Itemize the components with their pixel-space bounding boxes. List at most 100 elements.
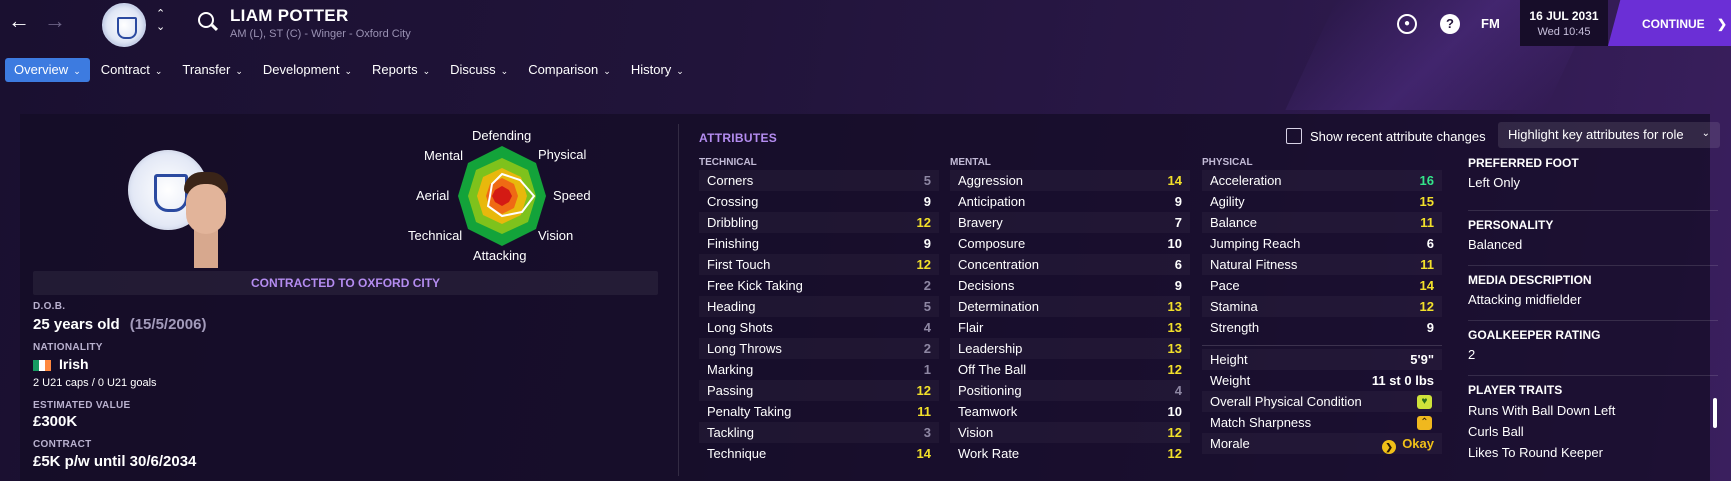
- attribute-row[interactable]: Free Kick Taking 2: [699, 275, 939, 296]
- height-label: Height: [1210, 352, 1248, 367]
- attribute-row[interactable]: Composure 10: [950, 233, 1190, 254]
- tab-development[interactable]: Development ⌄: [254, 58, 361, 82]
- attribute-value: 9: [1174, 278, 1182, 293]
- attribute-row[interactable]: Corners 5: [699, 170, 939, 191]
- scrollbar-thumb[interactable]: [1713, 398, 1717, 428]
- international-caps: 2 U21 caps / 0 U21 goals: [33, 377, 157, 389]
- attribute-row[interactable]: Aggression 14: [950, 170, 1190, 191]
- attribute-row[interactable]: Decisions 9: [950, 275, 1190, 296]
- attribute-name: Free Kick Taking: [707, 278, 803, 293]
- attribute-row[interactable]: Pace 14: [1202, 275, 1442, 296]
- attribute-row[interactable]: Anticipation 9: [950, 191, 1190, 212]
- attribute-value: 13: [1167, 299, 1182, 314]
- attribute-row[interactable]: Positioning 4: [950, 380, 1190, 401]
- sharpness-icon: ⌃: [1417, 416, 1432, 430]
- tab-history[interactable]: History ⌄: [622, 58, 693, 82]
- attribute-row[interactable]: Balance 11: [1202, 212, 1442, 233]
- morale-row[interactable]: Morale ❯ Okay: [1202, 433, 1442, 454]
- back-arrow-icon[interactable]: ←: [6, 8, 32, 34]
- date-display[interactable]: 16 JUL 2031 Wed 10:45: [1520, 0, 1608, 46]
- radar-label-defending: Defending: [472, 128, 532, 143]
- club-badge-icon[interactable]: [102, 3, 146, 47]
- player-name: LIAM POTTER: [230, 6, 349, 25]
- chevron-down-icon: ⌄: [500, 66, 509, 76]
- help-icon[interactable]: ?: [1440, 14, 1460, 34]
- contract-banner: CONTRACTED TO OXFORD CITY: [33, 271, 658, 295]
- attribute-row[interactable]: Marking 1: [699, 359, 939, 380]
- tab-reports[interactable]: Reports ⌄: [363, 58, 439, 82]
- height-value: 5'9": [1410, 352, 1434, 367]
- attribute-row[interactable]: Agility 15: [1202, 191, 1442, 212]
- height-row: Height 5'9": [1202, 349, 1442, 370]
- forward-arrow-icon[interactable]: →: [42, 8, 68, 34]
- globe-icon[interactable]: ●: [1397, 14, 1417, 34]
- attribute-row[interactable]: Heading 5: [699, 296, 939, 317]
- radar-label-mental: Mental: [424, 148, 464, 163]
- attribute-row[interactable]: Determination 13: [950, 296, 1190, 317]
- weight-value: 11 st 0 lbs: [1371, 373, 1434, 388]
- attribute-row[interactable]: Strength 9: [1202, 317, 1442, 338]
- attribute-row[interactable]: Work Rate 12: [950, 443, 1190, 464]
- attribute-row[interactable]: Natural Fitness 11: [1202, 254, 1442, 275]
- attribute-row[interactable]: Vision 12: [950, 422, 1190, 443]
- nationality-value[interactable]: Irish: [33, 356, 89, 372]
- chevron-up-down-icon[interactable]: ⌃ ⌄: [156, 8, 165, 34]
- attribute-row[interactable]: Finishing 9: [699, 233, 939, 254]
- personality-value[interactable]: Balanced: [1468, 237, 1718, 252]
- condition-row[interactable]: Overall Physical Condition ♥: [1202, 391, 1442, 412]
- attribute-name: Heading: [707, 299, 756, 314]
- chevron-down-icon: ⌄: [1701, 128, 1710, 139]
- nationality-label: NATIONALITY: [33, 342, 103, 353]
- attribute-row[interactable]: Stamina 12: [1202, 296, 1442, 317]
- attribute-row[interactable]: Passing 12: [699, 380, 939, 401]
- attribute-value: 11: [1420, 257, 1434, 272]
- attribute-row[interactable]: Crossing 9: [699, 191, 939, 212]
- attribute-name: First Touch: [707, 257, 771, 272]
- attribute-row[interactable]: Technique 14: [699, 443, 939, 464]
- search-icon[interactable]: [198, 12, 214, 28]
- attribute-row[interactable]: Long Shots 4: [699, 317, 939, 338]
- mental-attributes: Aggression 14 Anticipation 9 Bravery 7 Composu…: [950, 170, 1190, 464]
- weight-label: Weight: [1210, 373, 1251, 388]
- media-label: MEDIA DESCRIPTION: [1468, 273, 1592, 287]
- morale-label: Morale: [1210, 436, 1250, 451]
- attribute-value: 12: [1419, 299, 1434, 314]
- attribute-row[interactable]: Penalty Taking 11: [699, 401, 939, 422]
- attribute-row[interactable]: Tackling 3: [699, 422, 939, 443]
- weight-row: Weight 11 st 0 lbs: [1202, 370, 1442, 391]
- tab-contract[interactable]: Contract ⌄: [92, 58, 172, 82]
- tab-discuss[interactable]: Discuss ⌄: [441, 58, 517, 82]
- value-label: ESTIMATED VALUE: [33, 400, 131, 411]
- tab-transfer[interactable]: Transfer ⌄: [173, 58, 251, 82]
- tab-overview[interactable]: Overview ⌄: [5, 58, 90, 82]
- attribute-row[interactable]: Long Throws 2: [699, 338, 939, 359]
- attribute-row[interactable]: Teamwork 10: [950, 401, 1190, 422]
- attribute-row[interactable]: Dribbling 12: [699, 212, 939, 233]
- fm-menu-button[interactable]: FM: [1481, 16, 1500, 31]
- contract-value[interactable]: £5K p/w until 30/6/2034: [33, 453, 196, 470]
- show-recent-checkbox[interactable]: [1286, 128, 1302, 144]
- panel-divider: [678, 124, 679, 476]
- chevron-down-icon: ⌄: [154, 66, 163, 76]
- attribute-row[interactable]: Flair 13: [950, 317, 1190, 338]
- highlight-role-dropdown[interactable]: Highlight key attributes for role ⌄: [1498, 122, 1720, 148]
- attribute-row[interactable]: Concentration 6: [950, 254, 1190, 275]
- attribute-row[interactable]: Leadership 13: [950, 338, 1190, 359]
- tab-bar: Overview ⌄ Contract ⌄ Transfer ⌄ Developmen…: [5, 58, 695, 84]
- radar-label-speed: Speed: [553, 188, 591, 203]
- attribute-row[interactable]: First Touch 12: [699, 254, 939, 275]
- attribute-value: 9: [923, 194, 931, 209]
- attribute-row[interactable]: Jumping Reach 6: [1202, 233, 1442, 254]
- continue-button[interactable]: CONTINUE ❯: [1608, 0, 1731, 46]
- show-recent-changes-toggle[interactable]: Show recent attribute changes: [1286, 128, 1486, 144]
- tab-comparison[interactable]: Comparison ⌄: [519, 58, 620, 82]
- attribute-row[interactable]: Acceleration 16: [1202, 170, 1442, 191]
- attribute-row[interactable]: Off The Ball 12: [950, 359, 1190, 380]
- sharpness-row[interactable]: Match Sharpness ⌃: [1202, 412, 1442, 433]
- attribute-name: Flair: [958, 320, 984, 335]
- attribute-value: 9: [1426, 320, 1434, 335]
- attribute-name: Penalty Taking: [707, 404, 792, 419]
- attribute-row[interactable]: Bravery 7: [950, 212, 1190, 233]
- attribute-name: Aggression: [958, 173, 1024, 188]
- attribute-name: Leadership: [958, 341, 1023, 356]
